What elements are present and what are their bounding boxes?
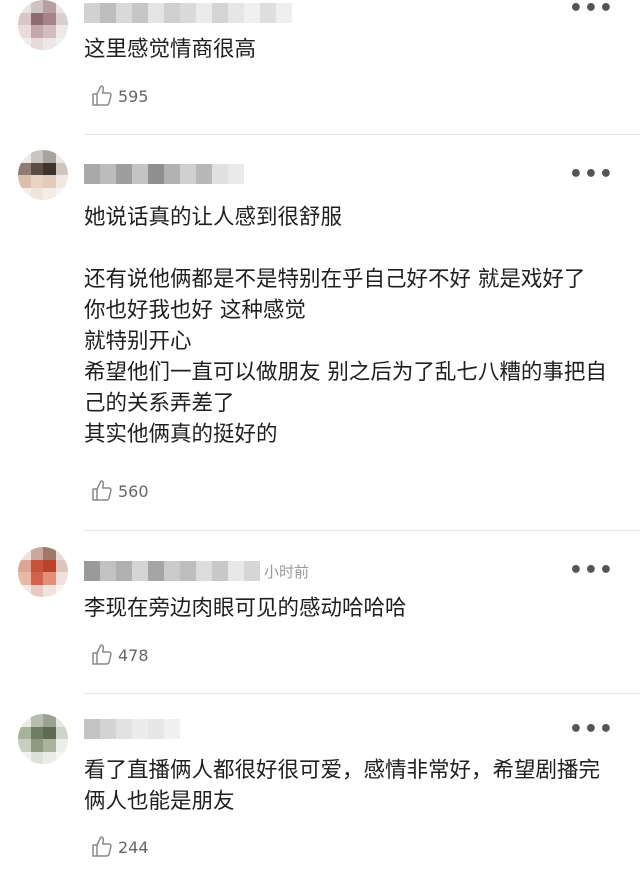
- avatar[interactable]: [18, 0, 68, 50]
- username-blurred[interactable]: [84, 718, 180, 740]
- avatar[interactable]: [18, 547, 68, 597]
- more-horizontal-icon[interactable]: •••: [569, 560, 614, 582]
- avatar[interactable]: [18, 150, 68, 200]
- divider: [84, 530, 640, 531]
- username-blurred[interactable]: 小时前: [84, 560, 309, 582]
- timestamp: 小时前: [264, 562, 310, 581]
- thumbs-up-icon: [92, 85, 112, 106]
- comment-text: 看了直播俩人都很好很可爱，感情非常好，希望剧播完俩人也能是朋友: [84, 758, 601, 814]
- more-horizontal-icon[interactable]: •••: [569, 719, 614, 741]
- more-horizontal-icon[interactable]: •••: [569, 0, 614, 20]
- comment-text: 李现在旁边肉眼可见的感动哈哈哈: [84, 596, 407, 621]
- like-count: 560: [118, 481, 149, 501]
- like-button[interactable]: 244: [90, 834, 149, 860]
- like-button[interactable]: 478: [90, 642, 149, 668]
- like-button[interactable]: 560: [90, 478, 149, 504]
- more-horizontal-icon[interactable]: •••: [569, 164, 614, 186]
- divider: [84, 693, 640, 694]
- like-count: 244: [118, 837, 149, 857]
- username-blurred[interactable]: [84, 163, 244, 185]
- like-count: 595: [118, 86, 149, 106]
- thumbs-up-icon: [92, 836, 112, 857]
- like-count: 478: [118, 645, 149, 665]
- username-blurred[interactable]: [84, 2, 292, 24]
- comment-text: 她说话真的让人感到很舒服 还有说他俩都是不是特别在乎自己好不好 就是戏好了 你也…: [84, 205, 607, 447]
- thumbs-up-icon: [92, 644, 112, 665]
- avatar[interactable]: [18, 714, 68, 764]
- like-button[interactable]: 595: [90, 83, 149, 109]
- comment-text: 这里感觉情商很高: [84, 37, 257, 62]
- thumbs-up-icon: [92, 480, 112, 501]
- divider: [84, 134, 640, 135]
